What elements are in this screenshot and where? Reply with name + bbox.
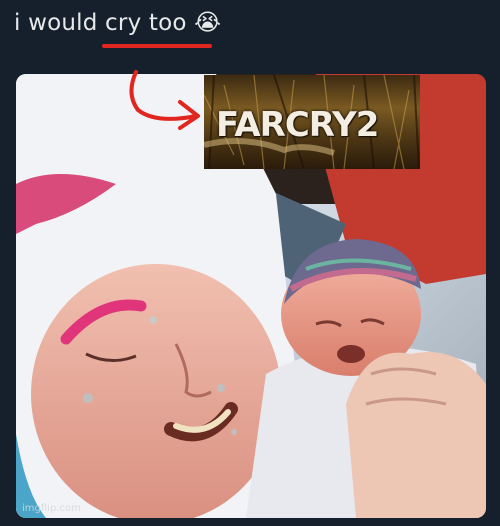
red-arrow-icon	[129, 70, 200, 130]
imgflip-watermark: imgflip.com	[22, 503, 81, 514]
farcry2-logo: FARCRY2	[204, 75, 420, 169]
tweet-caption: i would cry too 😭	[14, 10, 222, 36]
logo-text: FARCRY2	[216, 105, 379, 145]
cry-underline	[102, 44, 212, 48]
